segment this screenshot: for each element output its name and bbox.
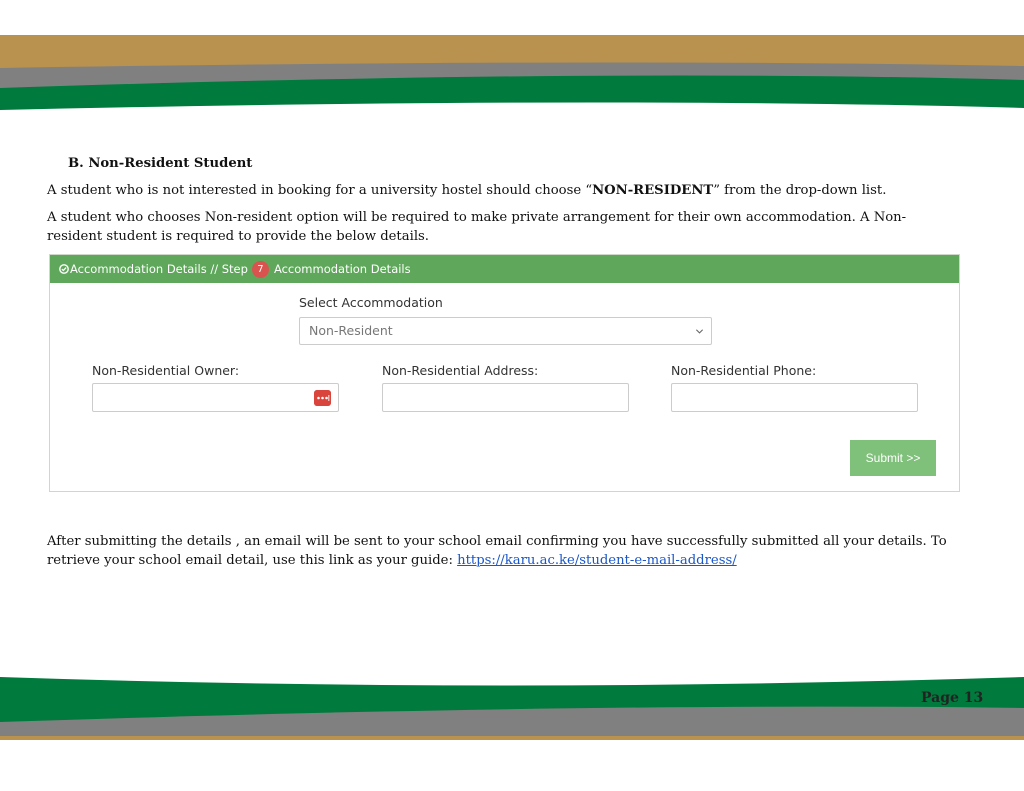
submit-button[interactable]: Submit >> xyxy=(850,440,936,476)
panel-header: Accommodation Details // Step 7 Accommod… xyxy=(50,255,959,283)
select-accommodation-label: Select Accommodation xyxy=(299,295,443,310)
owner-input[interactable] xyxy=(92,383,339,412)
accommodation-select[interactable]: Non-Resident xyxy=(299,317,712,345)
accommodation-form-panel: Accommodation Details // Step 7 Accommod… xyxy=(49,254,960,492)
footer-decorative-band xyxy=(0,677,1024,740)
header-decorative-band xyxy=(0,35,1024,110)
step-number-badge: 7 xyxy=(251,260,269,278)
header-step-text: Accommodation Details // Step xyxy=(70,262,248,276)
address-input[interactable] xyxy=(382,383,629,412)
section-heading: B. Non-Resident Student xyxy=(68,156,253,171)
password-manager-dots-icon[interactable] xyxy=(314,390,331,406)
address-label: Non-Residential Address: xyxy=(382,363,539,378)
accommodation-select-value: Non-Resident xyxy=(309,323,393,338)
chevron-down-icon xyxy=(695,329,704,334)
non-resident-term: NON-RESIDENT xyxy=(592,183,714,198)
phone-label: Non-Residential Phone: xyxy=(671,363,817,378)
phone-input[interactable] xyxy=(671,383,918,412)
footer-band-gold xyxy=(0,736,1024,740)
owner-label: Non-Residential Owner: xyxy=(92,363,240,378)
para1-text-start: A student who is not interested in booki… xyxy=(47,183,593,198)
paragraph-non-resident-choice: A student who is not interested in booki… xyxy=(47,181,947,200)
student-email-guide-link[interactable]: https://karu.ac.ke/student-e-mail-addres… xyxy=(457,553,737,568)
check-circle-icon xyxy=(59,264,69,274)
header-section-title: Accommodation Details xyxy=(273,262,411,276)
para1-text-end: ” from the drop-down list. xyxy=(713,183,887,198)
paragraph-email-confirmation: After submitting the details , an email … xyxy=(47,532,977,570)
paragraph-non-resident-requirements: A student who chooses Non-resident optio… xyxy=(47,210,907,244)
page-number: Page 13 xyxy=(921,690,984,706)
